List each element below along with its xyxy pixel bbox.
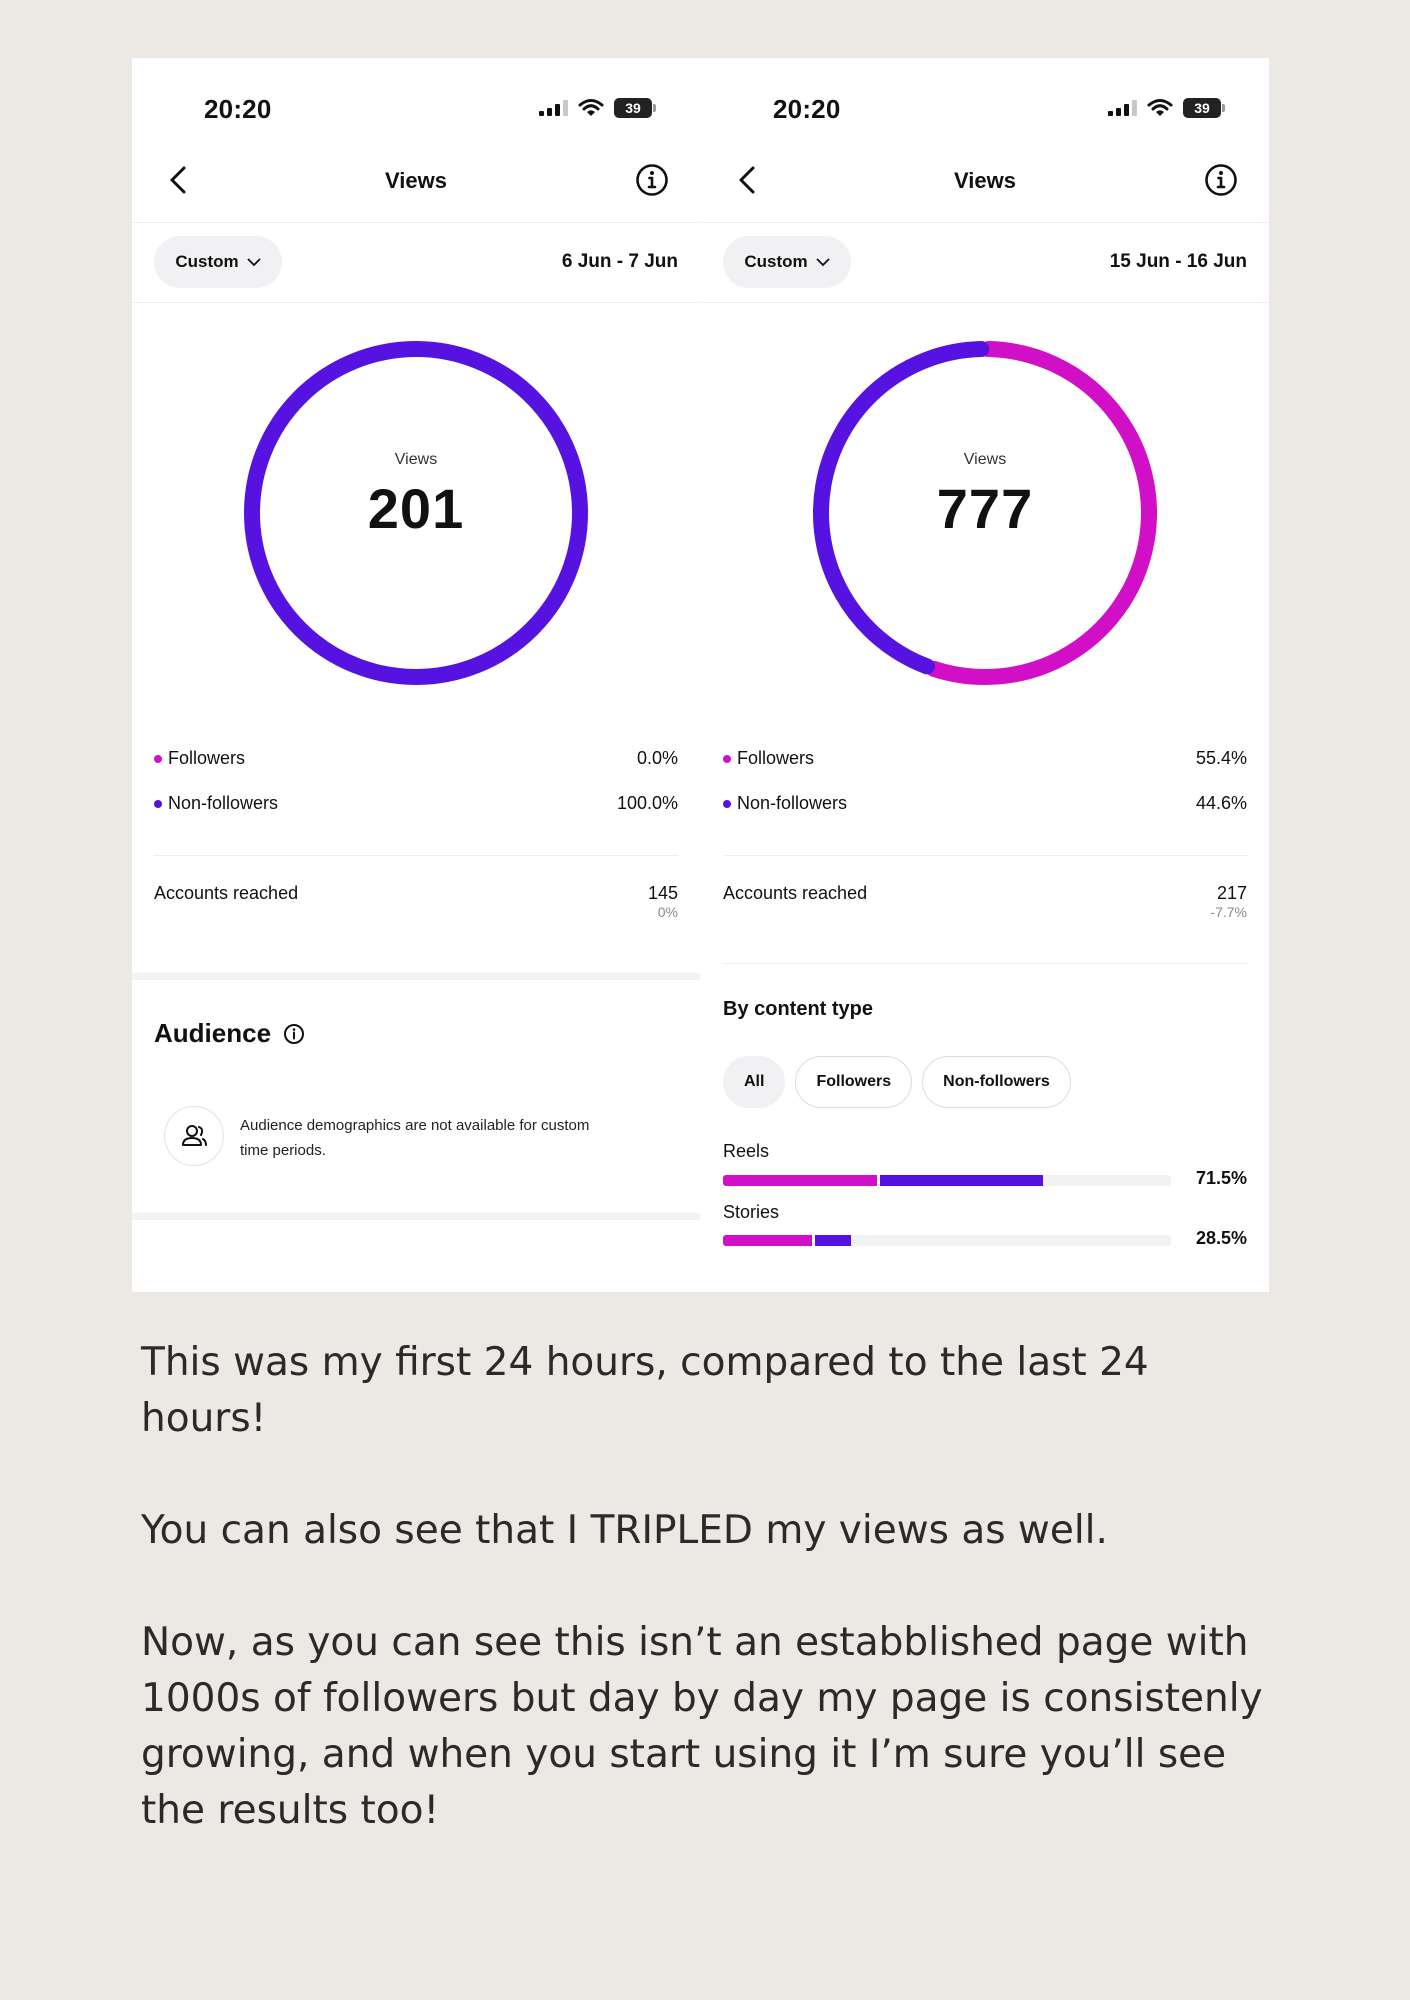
followers-dot — [154, 754, 162, 763]
page-title: Views — [385, 168, 447, 193]
chip-all[interactable]: All — [723, 1056, 786, 1108]
status-time: 20:20 — [204, 94, 272, 124]
section-divider — [132, 973, 700, 980]
chevron-down-icon — [816, 258, 830, 267]
status-icons: 39 — [1108, 98, 1225, 118]
caption-text: This was my first 24 hours, compared to … — [141, 1335, 1271, 1895]
donut-label: Views — [963, 451, 1007, 468]
divider — [723, 855, 1247, 856]
donut-label: Views — [394, 451, 438, 468]
content-type-heading: By content type — [723, 998, 874, 1020]
people-icon — [182, 1125, 207, 1146]
legend-value: 44.6% — [1195, 793, 1247, 813]
info-icon[interactable] — [283, 1023, 305, 1045]
audience-heading: Audience — [154, 1018, 305, 1049]
non-followers-dot — [723, 799, 731, 808]
followers-dot — [723, 754, 731, 763]
phone-screenshot-left: 20:20 39 Views Custom 6 Jun - 7 Jun View… — [132, 58, 700, 1292]
divider — [701, 222, 1269, 223]
date-range: 15 Jun - 16 Jun — [1109, 251, 1247, 272]
status-time: 20:20 — [773, 94, 841, 124]
content-row-pct: 28.5% — [1195, 1228, 1247, 1248]
legend-value: 100.0% — [616, 793, 678, 813]
divider — [132, 302, 700, 303]
date-range: 6 Jun - 7 Jun — [561, 251, 678, 272]
accounts-reached-row: Accounts reached 217 -7.7% — [723, 883, 1247, 920]
non-followers-segment — [814, 1235, 851, 1246]
signal-icon — [539, 100, 568, 116]
content-row-label: Stories — [723, 1202, 780, 1222]
legend-label: Followers — [737, 748, 815, 768]
followers-segment — [723, 1235, 815, 1246]
reach-label: Accounts reached — [154, 883, 299, 903]
accounts-reached-row: Accounts reached 145 0% — [154, 883, 678, 920]
caption-paragraph: You can also see that I TRIPLED my views… — [141, 1508, 1108, 1553]
reach-change: -7.7% — [1210, 904, 1247, 920]
dropdown-label: Custom — [175, 252, 239, 271]
caption-paragraph: This was my first 24 hours, compared to … — [141, 1340, 1149, 1441]
divider — [701, 302, 1269, 303]
reach-value: 217 — [1216, 883, 1247, 903]
views-total: 777 — [936, 477, 1034, 540]
legend-label: Non-followers — [168, 793, 279, 813]
page-title: Views — [954, 168, 1016, 193]
dropdown-label: Custom — [744, 252, 808, 271]
signal-icon — [1108, 100, 1137, 116]
custom-period-dropdown[interactable]: Custom — [154, 236, 282, 288]
content-type-filter-chips: All Followers Non-followers — [723, 1056, 1071, 1108]
reach-value: 145 — [647, 883, 678, 903]
content-row-bar — [723, 1175, 1171, 1186]
legend-followers: Followers 0.0% — [154, 748, 678, 769]
wifi-icon — [578, 99, 604, 116]
wifi-icon — [1147, 99, 1173, 116]
non-followers-dot — [154, 799, 162, 808]
legend-label: Followers — [168, 748, 246, 768]
status-icons: 39 — [539, 98, 656, 118]
content-row-pct: 71.5% — [1195, 1168, 1247, 1188]
followers-segment — [723, 1175, 880, 1186]
legend-non-followers: Non-followers 44.6% — [723, 793, 1247, 814]
legend-label: Non-followers — [737, 793, 848, 813]
battery-icon: 39 — [1183, 98, 1225, 118]
screenshots-card: 20:20 39 Views Custom 6 Jun - 7 Jun View… — [132, 58, 1269, 1292]
reach-change: 0% — [657, 904, 678, 920]
content-row-bar — [723, 1235, 1171, 1246]
audience-icon — [164, 1106, 224, 1166]
non-followers-segment — [879, 1175, 1044, 1186]
chip-non-followers[interactable]: Non-followers — [922, 1056, 1071, 1108]
legend-non-followers: Non-followers 100.0% — [154, 793, 678, 814]
chip-followers[interactable]: Followers — [795, 1056, 913, 1108]
chevron-down-icon — [247, 258, 261, 267]
legend-value: 0.0% — [636, 748, 678, 768]
legend-value: 55.4% — [1195, 748, 1247, 768]
phone-screenshot-right: 20:20 39 Views Custom 15 Jun - 16 Jun Vi… — [701, 58, 1269, 1292]
reach-label: Accounts reached — [723, 883, 868, 903]
legend-followers: Followers 55.4% — [723, 748, 1247, 769]
audience-title: Audience — [154, 1018, 272, 1048]
custom-period-dropdown[interactable]: Custom — [723, 236, 851, 288]
battery-icon: 39 — [614, 98, 656, 118]
divider — [723, 963, 1247, 964]
views-total: 201 — [367, 477, 465, 540]
section-divider — [132, 1213, 700, 1220]
info-icon[interactable] — [1203, 162, 1239, 198]
content-row-label: Reels — [723, 1141, 770, 1161]
audience-unavailable-message: Audience demographics are not available … — [240, 1117, 590, 1159]
divider — [154, 855, 678, 856]
divider — [132, 222, 700, 223]
caption-paragraph: Now, as you can see this isn’t an estabb… — [141, 1620, 1263, 1833]
info-icon[interactable] — [634, 162, 670, 198]
